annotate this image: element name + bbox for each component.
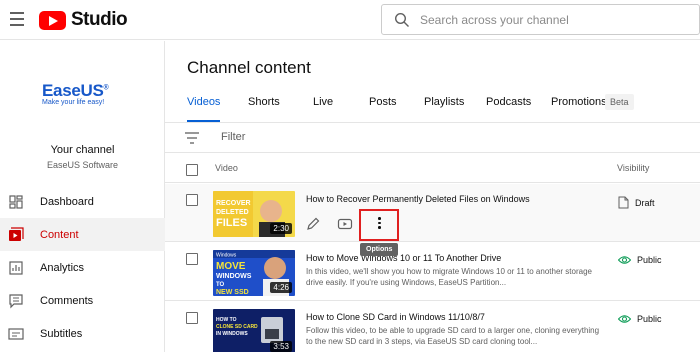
row-checkbox[interactable] [186,312,198,324]
visibility-label: Public [637,314,662,324]
video-thumbnail[interactable]: RECOVER DELETED FILES 2:30 [213,191,295,237]
filter-icon [185,132,199,144]
thumb-text: WINDOWS [216,273,252,280]
thumb-text: FILES [216,217,247,229]
top-bar: Studio Search across your channel [0,0,700,40]
video-thumbnail[interactable]: Windows MOVE WINDOWS TO NEW SSD 4:26 [213,250,295,296]
sidebar-item-dashboard[interactable]: Dashboard [0,185,165,218]
sidebar-item-label: Comments [40,294,94,307]
video-title[interactable]: How to Recover Permanently Deleted Files… [306,194,530,204]
sidebar-item-label: Analytics [40,261,85,274]
more-vert-icon [378,217,381,231]
visibility-label: Public [637,255,662,265]
youtube-icon [39,10,66,30]
sidebar-item-label: Dashboard [40,195,94,208]
public-eye-icon [618,315,631,323]
analytics-icon [9,261,23,275]
options-button[interactable] [359,209,399,241]
tab-live[interactable]: Live [313,96,333,122]
thumb-text: NEW SSD [216,289,249,296]
subtitles-icon [8,328,24,340]
thumb-text: TO [216,282,225,288]
sidebar-nav: Dashboard Content Analytics Comments Sub… [0,185,165,350]
column-header-video: Video [215,163,238,173]
video-description: Follow this video, to be able to upgrade… [306,326,600,346]
sidebar-item-label: Subtitles [40,327,83,340]
beta-badge: Beta [605,94,634,110]
row-checkbox[interactable] [186,253,198,265]
table-row[interactable]: RECOVER DELETED FILES 2:30 How to Recove… [165,184,700,242]
tab-podcasts[interactable]: Podcasts [486,96,531,122]
table-header: Video Visibility [165,154,700,183]
video-title[interactable]: How to Clone SD Card in Windows 11/10/8/… [306,312,485,322]
youtube-studio-logo[interactable]: Studio [39,9,128,31]
channel-title: Your channel [50,144,115,156]
draft-file-icon [618,196,629,209]
sidebar-item-comments[interactable]: Comments [0,284,165,317]
sidebar: EaseUS® Make your life easy! Your channe… [0,41,165,352]
column-header-visibility[interactable]: Visibility [617,163,649,173]
filter-input: Filter [221,131,246,143]
page-title: Channel content [187,58,311,77]
tab-playlists[interactable]: Playlists [424,96,464,122]
thumb-text: Windows [216,253,237,259]
brand-tagline: Make your life easy! [42,99,105,106]
thumb-text: DELETED [216,209,249,216]
sidebar-item-subtitles[interactable]: Subtitles [0,317,165,350]
thumb-text: RECOVER [216,200,251,207]
channel-name: EaseUS Software [46,160,119,170]
dashboard-icon [9,195,23,209]
video-thumbnail[interactable]: HOW TO CLONE SD CARD IN WINDOWS 3:53 [213,309,295,352]
table-row[interactable]: HOW TO CLONE SD CARD IN WINDOWS 3:53 How… [165,302,700,352]
thumb-text: CLONE SD CARD [216,324,258,330]
table-row[interactable]: Windows MOVE WINDOWS TO NEW SSD 4:26 How… [165,243,700,301]
search-icon [394,12,409,27]
public-eye-icon [618,256,631,264]
visibility-status[interactable]: Public [618,314,662,324]
edit-pencil-icon[interactable] [305,216,321,232]
visibility-label: Draft [635,197,655,208]
sidebar-item-label: Content [40,228,79,241]
video-description: In this video, we'll show you how to mig… [306,267,592,287]
tab-posts[interactable]: Posts [369,96,397,122]
search-input[interactable]: Search across your channel [381,4,700,35]
search-placeholder: Search across your channel [420,13,569,27]
thumb-text: IN WINDOWS [216,331,248,337]
sidebar-item-analytics[interactable]: Analytics [0,251,165,284]
tab-videos[interactable]: Videos [187,96,221,122]
select-all-checkbox[interactable] [186,164,198,176]
video-duration: 4:26 [270,282,292,293]
menu-icon[interactable] [10,12,24,26]
thumb-text: HOW TO [216,317,237,323]
youtube-watch-icon[interactable] [337,216,353,232]
video-duration: 2:30 [270,223,292,234]
video-title[interactable]: How to Move Windows 10 or 11 To Another … [306,253,501,263]
logo-text: Studio [71,9,128,30]
video-duration: 3:53 [270,341,292,352]
content-icon [9,227,24,241]
tab-shorts[interactable]: Shorts [248,96,280,122]
visibility-status[interactable]: Public [618,255,662,265]
row-checkbox[interactable] [186,194,198,206]
brand-name: EaseUS® [42,81,109,100]
tab-promotions[interactable]: Promotions [551,96,607,122]
thumb-text: MOVE [216,261,246,272]
comments-icon [9,294,23,309]
channel-avatar[interactable]: EaseUS® Make your life easy! [42,81,122,111]
sidebar-item-content[interactable]: Content [0,218,165,251]
visibility-status[interactable]: Draft [618,196,655,209]
filter-bar[interactable]: Filter [165,123,700,153]
options-tooltip: Options [360,243,399,256]
